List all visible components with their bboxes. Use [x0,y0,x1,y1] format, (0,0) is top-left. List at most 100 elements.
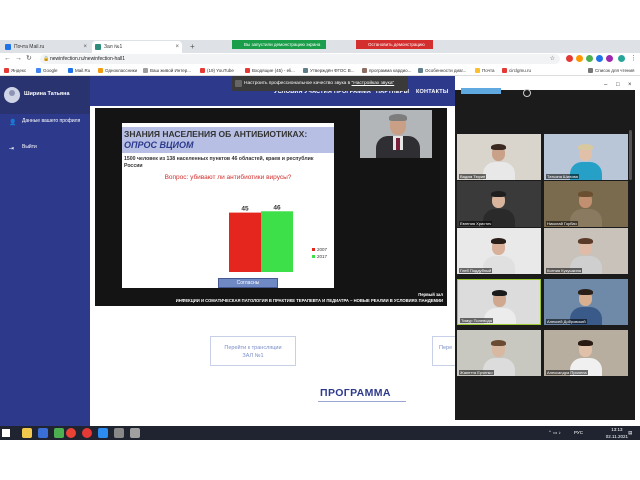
video-conference-gallery: Вадим Тюрин Татьяна Шилова Евгения Христич… [455,88,635,420]
youtube-icon [200,68,205,73]
bookmark-icon [98,68,103,73]
participant-tile[interactable]: Тимур Полевода [457,279,541,325]
settings-icon[interactable] [523,89,531,97]
profile-avatar-icon[interactable] [618,55,625,62]
new-tab-button[interactable]: + [190,40,195,53]
opera-icon[interactable] [82,428,92,438]
stop-share-button[interactable]: Остановить демонстрацию [356,40,433,49]
participant-tile[interactable]: Жанетта Ерченко [457,330,541,376]
bookmark-icon [303,68,308,73]
participant-tile[interactable]: Ксения Кукушкина [544,228,628,274]
participant-name: Николай Горбач [546,221,578,226]
tray-icons[interactable]: ⌃ ▭ ♪ [548,429,561,436]
chrome-icon[interactable] [66,428,76,438]
bookmark-star-icon[interactable]: ☆ [550,54,555,64]
app-icon[interactable] [38,428,48,438]
address-row: ← → ↻ 🔒 newinfection.ru/newinfection-hal… [0,53,640,65]
screen: Почта Mail.ru × Зал №1 × + – □ × Вы запу… [0,0,640,480]
bookmark-label: Ваш живой Интер... [150,68,191,73]
zoom-icon[interactable] [98,428,108,438]
bookmark-item[interactable]: программа кардио... [362,66,411,75]
explorer-icon[interactable] [22,428,32,438]
slide-description: 1500 человек из 138 населенных пунктов 4… [124,156,314,169]
participant-name: Александра Прилепа [546,370,588,375]
extension-icon[interactable] [586,55,593,62]
app-icon[interactable] [130,428,140,438]
system-clock[interactable]: 13:13 02.11.2021 [606,426,628,440]
participant-tile[interactable]: Вадим Тюрин [457,134,541,180]
participant-tile[interactable]: Александра Прилепа [544,330,628,376]
gallery-scrollbar[interactable] [629,130,632,180]
bar-2017 [261,211,293,272]
notifications-icon[interactable]: ▤ [628,429,632,436]
menu-icon[interactable]: ⋮ [630,54,637,64]
extension-icon[interactable] [576,55,583,62]
extension-icon[interactable] [596,55,603,62]
participant-tile[interactable]: Николай Горбач [544,181,628,227]
reload-icon[interactable]: ↻ [26,54,32,64]
participant-name: Ксения Кукушкина [546,268,583,273]
minimize-icon[interactable]: – [604,80,607,90]
speaker-hair [389,114,407,121]
bookmark-item[interactable]: Входящие (45) - eli... [245,66,295,75]
tab-hall[interactable]: Зал №1 × [92,41,182,53]
bookmark-icon [362,68,367,73]
bookmark-label: Одноклассники [105,68,138,73]
app-icon[interactable] [114,428,124,438]
participant-name: Татьяна Шилова [546,174,579,179]
back-icon[interactable]: ← [4,54,11,64]
app-icon[interactable] [54,428,64,438]
go-to-broadcast-button[interactable]: Перейти к трансляции ЗАЛ №1 [210,336,296,366]
participant-body [483,162,515,180]
program-heading: ПРОГРАММА [320,387,391,399]
extension-icon[interactable] [606,55,613,62]
video-player[interactable]: ЗНАНИЯ НАСЕЛЕНИЯ ОБ АНТИБИОТИКАХ: ОПРОС … [95,108,447,306]
gallery-view-button[interactable] [461,88,501,94]
close-window-icon[interactable]: × [628,80,632,90]
lock-icon: 🔒 [43,56,50,62]
participant-name: Тимур Полевода [460,318,493,323]
maximize-icon[interactable]: □ [616,80,620,90]
bookmark-label: Google [43,68,58,73]
forward-icon[interactable]: → [15,54,22,64]
close-icon[interactable]: × [175,41,179,53]
participant-hair [491,191,506,197]
sound-quality-notice[interactable]: Настроить профессиональное качество звук… [232,76,408,91]
sound-settings-link[interactable]: "Настройках звука" [352,81,395,86]
nav-link-contacts[interactable]: КОНТАКТЫ [416,89,448,95]
bookmark-item[interactable]: Ваш живой Интер... [143,66,191,75]
bookmark-item[interactable]: Mail.Ru [68,66,90,75]
participant-hair [491,144,506,150]
sidebar-item-logout[interactable]: ⇥ Выйти [0,144,90,164]
bookmark-item[interactable]: Особенности диаг... [418,66,466,75]
slide-title-band: ЗНАНИЯ НАСЕЛЕНИЯ ОБ АНТИБИОТИКАХ: ОПРОС … [122,127,334,153]
tab-label: Зал №1 [104,44,123,50]
go-to-broadcast-button-2[interactable]: Пере [432,336,455,366]
close-icon[interactable]: × [83,41,87,53]
bookmark-item[interactable]: (19) YouTube [200,66,234,75]
participant-tile[interactable]: Татьяна Шилова [544,134,628,180]
bookmark-item[interactable]: Google [36,66,58,75]
bar-chart: 45 46 [229,204,293,272]
bookmark-item[interactable]: Почта [475,66,495,75]
program-underline [318,401,406,402]
address-bar[interactable]: 🔒 newinfection.ru/newinfection-hall1 ☆ [40,54,560,64]
reading-list[interactable]: Список для чтения [588,66,634,75]
extension-icon[interactable] [566,55,573,62]
windows-start-icon[interactable] [2,429,10,437]
participant-name: Вадим Тюрин [459,174,487,179]
participant-tile[interactable]: Алексей Добровский [544,279,628,325]
speaker-tie [396,138,400,150]
input-language[interactable]: РУС [574,429,583,436]
bookmark-item[interactable]: Яндекс [4,66,26,75]
participant-tile[interactable]: Евгения Христич [457,181,541,227]
bookmark-item[interactable]: Утверждён ФГОС В... [303,66,355,75]
legend-swatch [312,255,315,259]
bookmark-item[interactable]: circlgmu.ru [502,66,531,75]
clock-time: 13:13 [611,427,623,432]
sidebar-item-profile[interactable]: 👤 Данные вашего профиля [0,118,90,138]
bookmark-item[interactable]: Одноклассники [98,66,137,75]
participant-tile[interactable]: Глеб Поддубный [457,228,541,274]
tab-mail[interactable]: Почта Mail.ru × [2,41,90,53]
sidebar: Ширина Татьяна 👤 Данные вашего профиля ⇥… [0,76,90,426]
